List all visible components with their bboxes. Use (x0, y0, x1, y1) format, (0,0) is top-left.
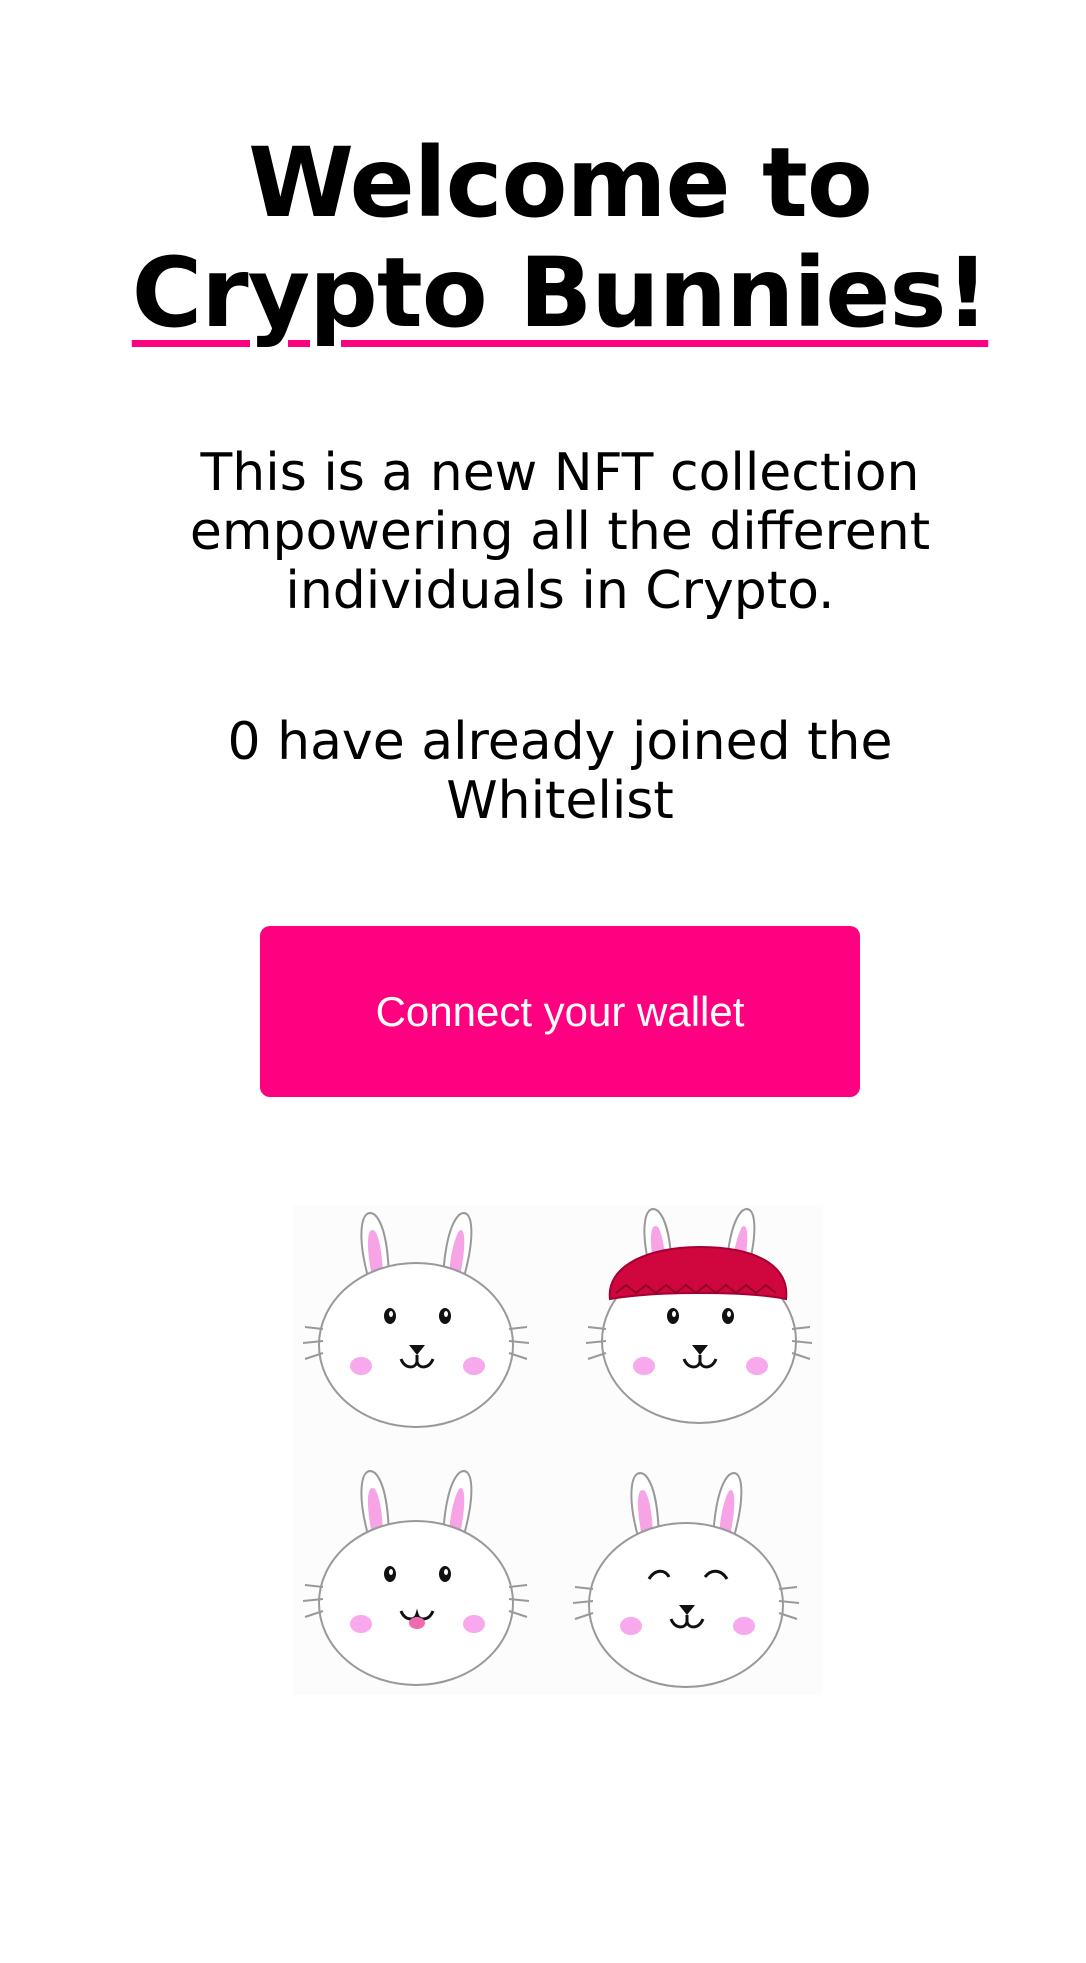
title-brand: Crypto Bunnies! (131, 237, 989, 349)
whitelist-count-text: 0 have already joined the Whitelist (227, 712, 893, 831)
collection-description: This is a new NFT collection empowering … (189, 443, 931, 621)
connect-wallet-button[interactable]: Connect your wallet (260, 926, 860, 1097)
bunny-face-icon (302, 1212, 530, 1428)
page: Welcome to Crypto Bunnies! This is a new… (0, 0, 1086, 1963)
bunnies-image (293, 1205, 823, 1695)
bunny-with-hat-icon (585, 1208, 813, 1424)
page-title: Welcome to Crypto Bunnies! (60, 128, 1060, 348)
bunny-tongue-icon (302, 1470, 530, 1686)
title-prefix: Welcome to (248, 127, 873, 239)
bunny-smiling-icon (572, 1472, 800, 1688)
